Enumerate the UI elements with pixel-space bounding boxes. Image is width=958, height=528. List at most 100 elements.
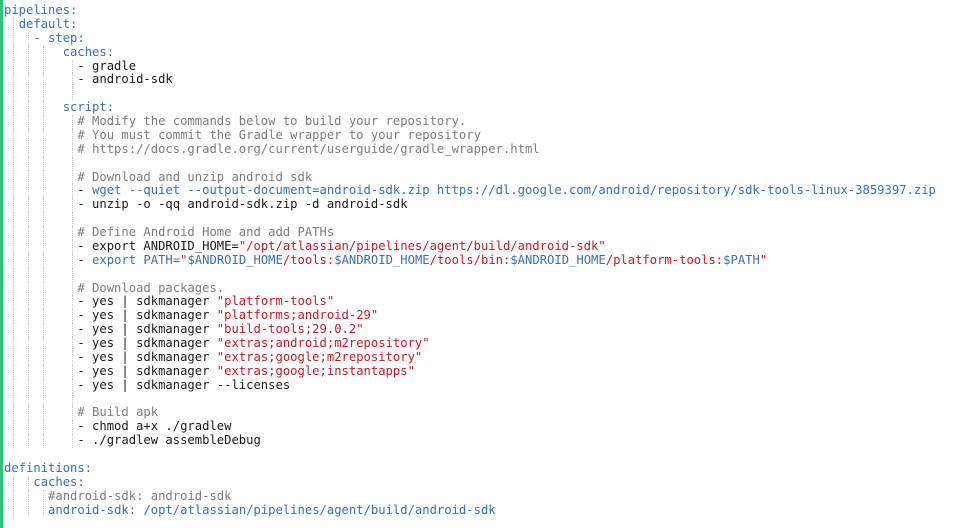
indent-guide bbox=[72, 323, 74, 337]
code-line[interactable]: - yes | sdkmanager "build-tools;29.0.2" bbox=[4, 323, 958, 337]
code-line[interactable]: # Define Android Home and add PATHs bbox=[4, 226, 958, 240]
code-line[interactable]: # Build apk bbox=[4, 406, 958, 421]
code-line[interactable]: # You must commit the Gradle wrapper to … bbox=[4, 128, 958, 143]
indent-guide bbox=[72, 87, 74, 102]
indent-guide bbox=[13, 364, 15, 379]
code-line[interactable]: # Modify the commands below to build you… bbox=[4, 115, 958, 129]
code-token: $PATH bbox=[723, 253, 760, 267]
code-token: /tools/bin: bbox=[429, 253, 511, 267]
code-line[interactable]: caches: bbox=[4, 475, 958, 490]
code-line[interactable]: - yes | sdkmanager "extras;google;m2repo… bbox=[4, 350, 958, 365]
code-line[interactable] bbox=[4, 267, 958, 282]
code-line[interactable]: script: bbox=[4, 101, 958, 115]
indent-guide bbox=[13, 45, 15, 60]
code-editor[interactable]: pipelines: default: - step: caches: - gr… bbox=[4, 4, 958, 528]
indent-guide bbox=[42, 434, 44, 448]
code-line[interactable]: #android-sdk: android-sdk bbox=[4, 489, 958, 504]
code-line[interactable]: # Download and unzip android sdk bbox=[4, 170, 958, 185]
code-token: - export ANDROID_HOME= bbox=[4, 239, 239, 253]
code-token: - gradle bbox=[4, 59, 137, 73]
code-token: # Download and unzip android sdk bbox=[77, 170, 313, 184]
code-token: - android-sdk bbox=[4, 73, 173, 87]
indent-guide bbox=[72, 309, 74, 324]
code-line[interactable]: definitions: bbox=[4, 462, 958, 476]
code-token: export PATH= bbox=[92, 253, 181, 267]
indent-guide bbox=[28, 128, 30, 143]
indent-guide bbox=[72, 115, 74, 129]
code-token: "extras;android;m2repository" bbox=[216, 337, 430, 350]
indent-guide bbox=[13, 406, 15, 421]
indent-guide bbox=[13, 87, 15, 102]
indent-guide bbox=[42, 420, 44, 435]
code-line[interactable]: # Download packages. bbox=[4, 281, 958, 296]
code-line[interactable] bbox=[4, 392, 958, 407]
indent-guide bbox=[28, 489, 30, 504]
code-token: - yes | sdkmanager bbox=[4, 309, 217, 323]
code-line[interactable]: - yes | sdkmanager "platform-tools" bbox=[4, 295, 958, 310]
code-line[interactable]: default: bbox=[4, 17, 958, 32]
code-line[interactable]: - step: bbox=[4, 31, 958, 46]
indent-guide bbox=[13, 198, 15, 213]
code-token: /tools: bbox=[282, 253, 335, 267]
code-line[interactable]: - ./gradlew assembleDebug bbox=[4, 434, 958, 448]
indent-guide bbox=[42, 142, 44, 157]
indent-guide bbox=[13, 420, 15, 435]
code-line[interactable]: # https://docs.gradle.org/current/usergu… bbox=[4, 142, 958, 157]
indent-guide bbox=[42, 184, 44, 199]
indent-guide bbox=[28, 253, 30, 268]
code-line[interactable]: - yes | sdkmanager --licenses bbox=[4, 378, 958, 393]
code-line[interactable]: - export PATH="$ANDROID_HOME/tools:$ANDR… bbox=[4, 253, 958, 268]
code-token: # Build apk bbox=[77, 406, 159, 420]
indent-guide bbox=[13, 281, 15, 296]
code-line[interactable]: - export ANDROID_HOME="/opt/atlassian/pi… bbox=[4, 239, 958, 254]
indent-guide bbox=[72, 142, 74, 157]
indent-guide bbox=[13, 101, 15, 115]
code-token: # You must commit the Gradle wrapper to … bbox=[77, 128, 481, 142]
indent-guide bbox=[42, 212, 44, 226]
indent-guide bbox=[42, 73, 44, 88]
indent-guide bbox=[42, 489, 44, 504]
indent-guide bbox=[42, 295, 44, 310]
indent-guide bbox=[28, 281, 30, 296]
indent-guide bbox=[13, 253, 15, 268]
code-token: "extras;google;instantapps" bbox=[216, 364, 415, 378]
indent-guide bbox=[72, 156, 74, 171]
indent-guide bbox=[72, 170, 74, 185]
code-line[interactable]: - unzip -o -qq android-sdk.zip -d androi… bbox=[4, 198, 958, 213]
indent-guide bbox=[28, 45, 30, 60]
code-token: "build-tools;29.0.2" bbox=[216, 323, 364, 337]
code-line[interactable] bbox=[4, 87, 958, 102]
indent-guide bbox=[42, 406, 44, 421]
indent-guide bbox=[28, 170, 30, 185]
indent-guide bbox=[28, 378, 30, 393]
code-line[interactable]: caches: bbox=[4, 45, 958, 60]
indent-guide bbox=[42, 59, 44, 74]
code-line[interactable]: - yes | sdkmanager "extras;google;instan… bbox=[4, 364, 958, 379]
code-line[interactable] bbox=[4, 156, 958, 171]
code-line[interactable]: - yes | sdkmanager "extras;android;m2rep… bbox=[4, 337, 958, 351]
code-line[interactable]: - yes | sdkmanager "platforms;android-29… bbox=[4, 309, 958, 324]
indent-guide bbox=[72, 295, 74, 310]
code-line[interactable]: pipelines: bbox=[4, 4, 958, 18]
code-line[interactable]: - wget --quiet --output-document=android… bbox=[4, 184, 958, 199]
indent-guide bbox=[42, 128, 44, 143]
indent-guide bbox=[72, 281, 74, 296]
code-line[interactable]: - gradle bbox=[4, 59, 958, 74]
code-line[interactable] bbox=[4, 212, 958, 226]
indent-guide bbox=[28, 323, 30, 337]
code-token: default: bbox=[18, 17, 78, 31]
code-line[interactable] bbox=[4, 448, 958, 462]
code-token: # https://docs.gradle.org/current/usergu… bbox=[77, 142, 540, 156]
indent-guide bbox=[28, 406, 30, 421]
indent-guide bbox=[28, 115, 30, 129]
indent-guide bbox=[13, 378, 15, 393]
indent-guide bbox=[28, 198, 30, 213]
code-line[interactable]: - chmod a+x ./gradlew bbox=[4, 420, 958, 435]
indent-guide bbox=[72, 239, 74, 254]
code-token: pipelines: bbox=[4, 4, 78, 17]
code-line[interactable]: - android-sdk bbox=[4, 73, 958, 88]
indent-guide bbox=[72, 212, 74, 226]
code-line[interactable]: android-sdk: /opt/atlassian/pipelines/ag… bbox=[4, 503, 958, 518]
